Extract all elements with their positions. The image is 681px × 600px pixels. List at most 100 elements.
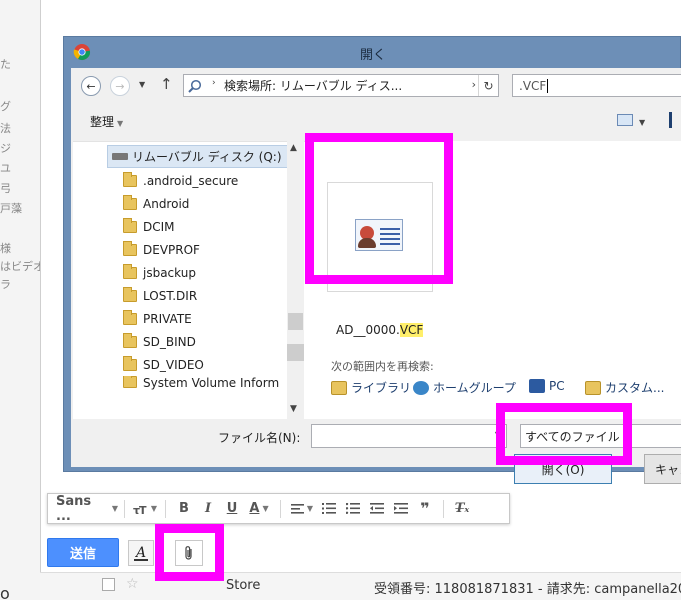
indent-more-icon[interactable] (389, 498, 413, 520)
scroll-down-icon[interactable]: ▼ (290, 404, 297, 414)
folder-icon (123, 309, 137, 325)
tree-item-label: jsbackup (143, 265, 196, 280)
arrow-left-icon: ← (86, 79, 96, 93)
chevron-down-icon[interactable]: ▼ (639, 118, 645, 127)
row-sender: Store (226, 578, 261, 593)
dialog-titlebar[interactable]: 開く (64, 37, 681, 68)
arrow-right-icon: → (115, 79, 125, 93)
chevron-down-icon: ▼ (262, 504, 269, 513)
star-icon[interactable]: ☆ (126, 576, 139, 592)
align-button[interactable]: ▼ (287, 498, 317, 520)
bold-icon[interactable]: B (172, 498, 196, 520)
bg-snippet: グ (0, 100, 11, 113)
tree-item-label: SD_VIDEO (143, 357, 204, 372)
organize-label: 整理 (90, 115, 115, 129)
underline-icon[interactable]: U (220, 498, 244, 520)
scroll-up-icon[interactable]: ▲ (290, 143, 297, 153)
refresh-icon[interactable]: ↻ (478, 75, 498, 96)
highlight-file (305, 133, 453, 284)
italic-icon[interactable]: I (196, 498, 220, 520)
tree-item-drive[interactable]: リムーバブル ディスク (Q:) (107, 145, 288, 168)
tree-item-folder[interactable]: System Volume Inform (123, 376, 279, 392)
folder-icon (123, 332, 137, 348)
filename-input[interactable]: ▼ (311, 424, 507, 448)
font-select[interactable]: Sans ... ▼ (56, 494, 118, 524)
numbered-list-icon[interactable] (317, 498, 341, 520)
text-size-icon: τT (133, 504, 147, 515)
back-button[interactable]: ← (81, 76, 101, 96)
tree-item-folder[interactable]: jsbackup (123, 261, 196, 284)
tree-scrollbar[interactable]: ▲ ▼ (287, 141, 304, 419)
highlight-open-button (496, 403, 632, 465)
chevron-down-icon: ▼ (111, 504, 118, 513)
search-location-homegroup[interactable]: ホームグループ (413, 379, 516, 396)
tree-item-folder[interactable]: PRIVATE (123, 307, 192, 330)
font-size-button[interactable]: τ T ▼ (131, 498, 159, 520)
tree-item-folder[interactable]: DEVPROF (123, 238, 200, 261)
bg-snippet: 弓 (0, 182, 11, 195)
custom-folder-icon (585, 380, 601, 395)
clear-formatting-icon[interactable]: T̶ₓ (450, 498, 474, 520)
up-folder-icon[interactable]: ↑ (160, 75, 173, 93)
tree-item-folder[interactable]: LOST.DIR (123, 284, 197, 307)
recent-locations-chevron-icon[interactable]: ▼ (139, 80, 145, 89)
bg-snippet: ユ (0, 162, 11, 175)
tree-item-label: .android_secure (143, 173, 239, 188)
tree-item-folder[interactable]: .android_secure (123, 169, 238, 192)
chevron-down-icon: ▼ (150, 504, 158, 513)
library-icon (331, 380, 347, 395)
file-name-prefix: AD__0000. (336, 323, 400, 337)
search-location-library[interactable]: ライブラリ (331, 379, 411, 396)
font-select-label: Sans ... (56, 493, 92, 524)
search-location-custom[interactable]: カスタム... (585, 379, 664, 396)
removable-drive-icon (112, 153, 128, 160)
tree-item-folder[interactable]: SD_VIDEO (123, 353, 204, 376)
scrollbar-thumb[interactable] (288, 313, 303, 330)
search-input[interactable]: .VCF (512, 74, 681, 97)
organize-menu[interactable]: 整理 ▼ (90, 113, 123, 130)
location-label: PC (549, 379, 565, 393)
tree-item-label: SD_BIND (143, 334, 196, 349)
align-left-icon (290, 503, 304, 514)
homegroup-icon (413, 380, 429, 395)
search-location-pc[interactable]: PC (529, 379, 565, 393)
tree-item-folder[interactable]: DCIM (123, 215, 175, 238)
row-checkbox[interactable] (102, 578, 115, 591)
chevron-down-icon: ▼ (306, 504, 314, 513)
folder-icon (123, 263, 137, 279)
search-icon (188, 79, 202, 93)
view-options-icon[interactable] (617, 114, 633, 126)
location-label: ホームグループ (433, 381, 516, 395)
cancel-button[interactable]: キャンセル (644, 454, 681, 484)
tree-item-label: System Volume Inform (143, 376, 280, 390)
send-button[interactable]: 送信 (47, 538, 119, 567)
formatting-options-button[interactable]: A (128, 540, 154, 566)
dialog-title: 開く (359, 48, 386, 63)
text-color-button[interactable]: A ▼ (244, 498, 274, 520)
details-pane-icon[interactable] (669, 112, 672, 128)
divider (124, 499, 125, 518)
bg-snippet: 様 (0, 242, 11, 255)
address-bar[interactable]: › 検索場所: リムーバブル ディス... › ↻ (183, 74, 499, 97)
file-name-label: AD__0000.VCF (336, 323, 424, 337)
tree-item-folder[interactable]: Android (123, 192, 189, 215)
folder-icon (123, 240, 137, 256)
email-list-row[interactable]: ☆ Store 受領番号: 118081871831 - 請求先: campan… (40, 572, 681, 600)
bg-snippet: 戸藻 (0, 202, 22, 215)
chevron-right-icon[interactable]: › (472, 78, 476, 91)
quote-icon[interactable]: ❞ (413, 498, 437, 520)
bulleted-list-icon[interactable] (341, 498, 365, 520)
tree-item-folder[interactable]: SD_BIND (123, 330, 196, 353)
bg-snippet: た (0, 58, 11, 71)
search-again-label: 次の範囲内を再検索: (331, 360, 434, 373)
background-left-panel: た グ 法 ジ ユ 弓 戸藻 様 はビデオ ラ (0, 0, 44, 600)
bg-snippet: ジ (0, 142, 11, 155)
forward-button[interactable]: → (110, 76, 130, 96)
search-input-value: .VCF (519, 78, 547, 93)
divider (443, 499, 444, 518)
indent-less-icon[interactable] (365, 498, 389, 520)
formatting-toolbar: Sans ... ▼ τ T ▼ B I U A ▼ ▼ ❞ T̶ₓ (47, 493, 510, 524)
text-color-icon: A (249, 501, 260, 516)
folder-tree: リムーバブル ディスク (Q:) .android_secure Android… (73, 141, 305, 419)
divider (280, 499, 281, 518)
